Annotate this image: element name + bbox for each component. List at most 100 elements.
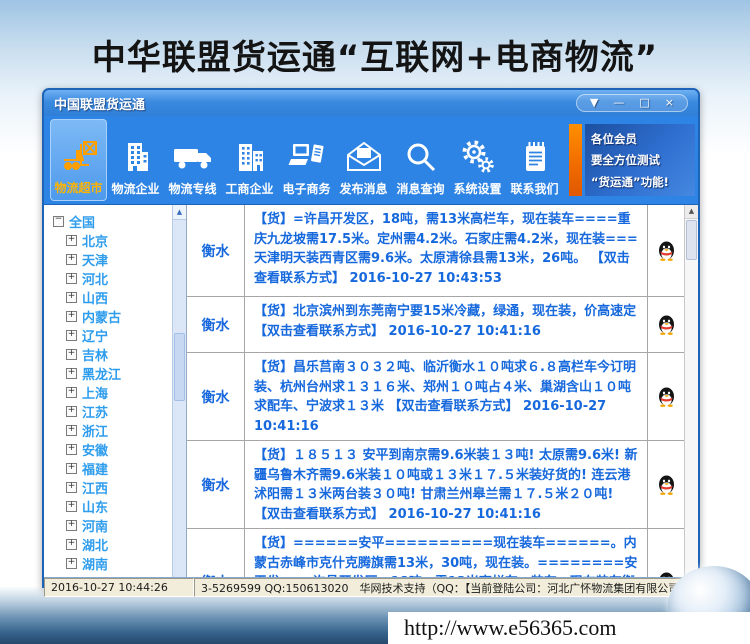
row-message[interactable]: 【货】=许昌开发区，18吨，需13米高栏车，现在装车====重庆九龙坡需17.5…: [245, 205, 648, 296]
table-scrollbar[interactable]: ▲: [684, 205, 698, 577]
tree-item-label: 内蒙古: [82, 307, 121, 326]
tree-item[interactable]: 安徽: [53, 440, 172, 459]
expand-icon[interactable]: [66, 482, 77, 493]
table-row[interactable]: 衡水 【货】=许昌开发区，18吨，需13米高栏车，现在装车====重庆九龙坡需1…: [187, 205, 684, 297]
toolbar-item-label: 发布消息: [339, 180, 387, 197]
toolbar-item-label: 物流超市: [54, 179, 102, 196]
tree-item[interactable]: 天津: [53, 250, 172, 269]
expand-icon[interactable]: [66, 235, 77, 246]
tree-item[interactable]: 北京: [53, 231, 172, 250]
table-row[interactable]: 衡水 【货】昌乐莒南３０３２吨、临沂衡水１０吨求６.８高栏车今订明装、杭州台州求…: [187, 353, 684, 441]
toolbar-item-logistics-market[interactable]: 物流超市: [50, 119, 107, 201]
expand-icon[interactable]: [66, 558, 77, 569]
qq-penguin-icon[interactable]: [648, 529, 684, 577]
computer-icon: [287, 134, 327, 180]
qq-penguin-icon[interactable]: [648, 297, 684, 352]
promo-banner-line: “货运通”功能!: [591, 172, 689, 193]
table-row[interactable]: 衡水 【货】１８５１３ 安平到南京需9.6米装１３吨! 太原需9.6米! 新疆乌…: [187, 441, 684, 529]
tree-item-label: 湖北: [82, 535, 108, 554]
expand-icon[interactable]: [66, 311, 77, 322]
toolbar-item-label: 联系我们: [510, 180, 558, 197]
maximize-icon[interactable]: □: [639, 96, 649, 110]
row-message[interactable]: 【货】昌乐莒南３０３２吨、临沂衡水１０吨求６.８高栏车今订明装、杭州台州求１３１…: [245, 353, 648, 440]
expand-icon[interactable]: [66, 368, 77, 379]
tree-item[interactable]: 内蒙古: [53, 307, 172, 326]
expand-icon[interactable]: [66, 425, 77, 436]
expand-icon[interactable]: [66, 501, 77, 512]
banner-divider: [569, 124, 582, 196]
tree-item[interactable]: 黑龙江: [53, 364, 172, 383]
tree-item-label: 福建: [82, 459, 108, 478]
tree-item-label: 山东: [82, 497, 108, 516]
expand-icon[interactable]: [66, 349, 77, 360]
expand-icon[interactable]: [66, 539, 77, 550]
row-message[interactable]: 【货】北京滨州到东莞南宁要15米冷藏，绿通，现在装，价高速定 【双击查看联系方式…: [245, 297, 648, 352]
close-icon[interactable]: ×: [665, 96, 674, 110]
tree-item-label: 河南: [82, 516, 108, 535]
tree-item[interactable]: 福建: [53, 459, 172, 478]
toolbar-item-ecommerce[interactable]: 电子商务: [278, 119, 335, 201]
table-row[interactable]: 衡水 【货】北京滨州到东莞南宁要15米冷藏，绿通，现在装，价高速定 【双击查看联…: [187, 297, 684, 353]
tree-item[interactable]: 河北: [53, 269, 172, 288]
menu-icon[interactable]: ▼: [590, 96, 598, 110]
tree-item[interactable]: 山西: [53, 288, 172, 307]
expand-icon[interactable]: [66, 330, 77, 341]
tree-item-label: 山西: [82, 288, 108, 307]
tree-item[interactable]: 浙江: [53, 421, 172, 440]
expand-icon[interactable]: [66, 387, 77, 398]
collapse-icon[interactable]: [53, 216, 64, 227]
tree-item-label: 辽宁: [82, 326, 108, 345]
tree-item[interactable]: 河南: [53, 516, 172, 535]
minimize-icon[interactable]: —: [613, 96, 624, 110]
status-time: 2016-10-27 10:44:26: [44, 578, 194, 597]
tree-item-label: 安徽: [82, 440, 108, 459]
tree-scrollbar[interactable]: ▲: [172, 205, 186, 577]
scroll-up-icon[interactable]: ▲: [173, 205, 186, 220]
tree-item[interactable]: 吉林: [53, 345, 172, 364]
expand-icon[interactable]: [66, 406, 77, 417]
site-url: http://www.e56365.com: [388, 612, 750, 644]
tree-item[interactable]: 山东: [53, 497, 172, 516]
tree-item-label: 黑龙江: [82, 364, 121, 383]
tree-item-root[interactable]: 全国: [53, 212, 172, 231]
scrollbar-thumb[interactable]: [174, 333, 185, 401]
envelope-icon: [344, 134, 384, 180]
tree-item[interactable]: 江苏: [53, 402, 172, 421]
toolbar-item-logistics-line[interactable]: 物流专线: [164, 119, 221, 201]
row-message[interactable]: 【货】１８５１３ 安平到南京需9.6米装１３吨! 太原需9.6米! 新疆乌鲁木齐…: [245, 441, 648, 528]
expand-icon[interactable]: [66, 273, 77, 284]
toolbar-item-label: 消息查询: [396, 180, 444, 197]
window-titlebar[interactable]: 中国联盟货运通 ▼ — □ ×: [44, 90, 698, 116]
row-message[interactable]: 【货】======安平==========现在装车======。内蒙古赤峰市克什…: [245, 529, 648, 577]
tree-item[interactable]: 湖北: [53, 535, 172, 554]
truck-icon: [171, 134, 215, 180]
toolbar-item-contact-us[interactable]: 联系我们: [506, 119, 563, 201]
expand-icon[interactable]: [66, 254, 77, 265]
qq-penguin-icon[interactable]: [648, 205, 684, 296]
table-row[interactable]: 衡水 【货】======安平==========现在装车======。内蒙古赤峰…: [187, 529, 684, 577]
building-icon: [116, 134, 156, 180]
tree-item[interactable]: 辽宁: [53, 326, 172, 345]
expand-icon[interactable]: [66, 292, 77, 303]
tree-item[interactable]: 上海: [53, 383, 172, 402]
window-controls: ▼ — □ ×: [576, 94, 688, 112]
expand-icon[interactable]: [66, 520, 77, 531]
promo-banner: 各位会员 要全方位测试 “货运通”功能!: [585, 124, 695, 196]
scroll-up-icon[interactable]: ▲: [685, 205, 698, 219]
toolbar-item-logistics-company[interactable]: 物流企业: [107, 119, 164, 201]
qq-penguin-icon[interactable]: [648, 353, 684, 440]
expand-icon[interactable]: [66, 463, 77, 474]
scrollbar-thumb[interactable]: [686, 220, 697, 260]
toolbar-item-label: 工商企业: [225, 180, 273, 197]
tree-item[interactable]: 江西: [53, 478, 172, 497]
toolbar-item-publish-message[interactable]: 发布消息: [335, 119, 392, 201]
qq-penguin-icon[interactable]: [648, 441, 684, 528]
expand-icon[interactable]: [66, 444, 77, 455]
toolbar: 物流超市: [44, 116, 698, 204]
tree-item[interactable]: 湖南: [53, 554, 172, 573]
status-info: 3-5269599 QQ:150613020 华网技术支持（QQ：【当前登陆公司…: [194, 578, 698, 597]
toolbar-item-business-company[interactable]: 工商企业: [221, 119, 278, 201]
toolbar-item-message-query[interactable]: 消息查询: [392, 119, 449, 201]
toolbar-item-system-settings[interactable]: 系统设置: [449, 119, 506, 201]
tree-item-label: 浙江: [82, 421, 108, 440]
